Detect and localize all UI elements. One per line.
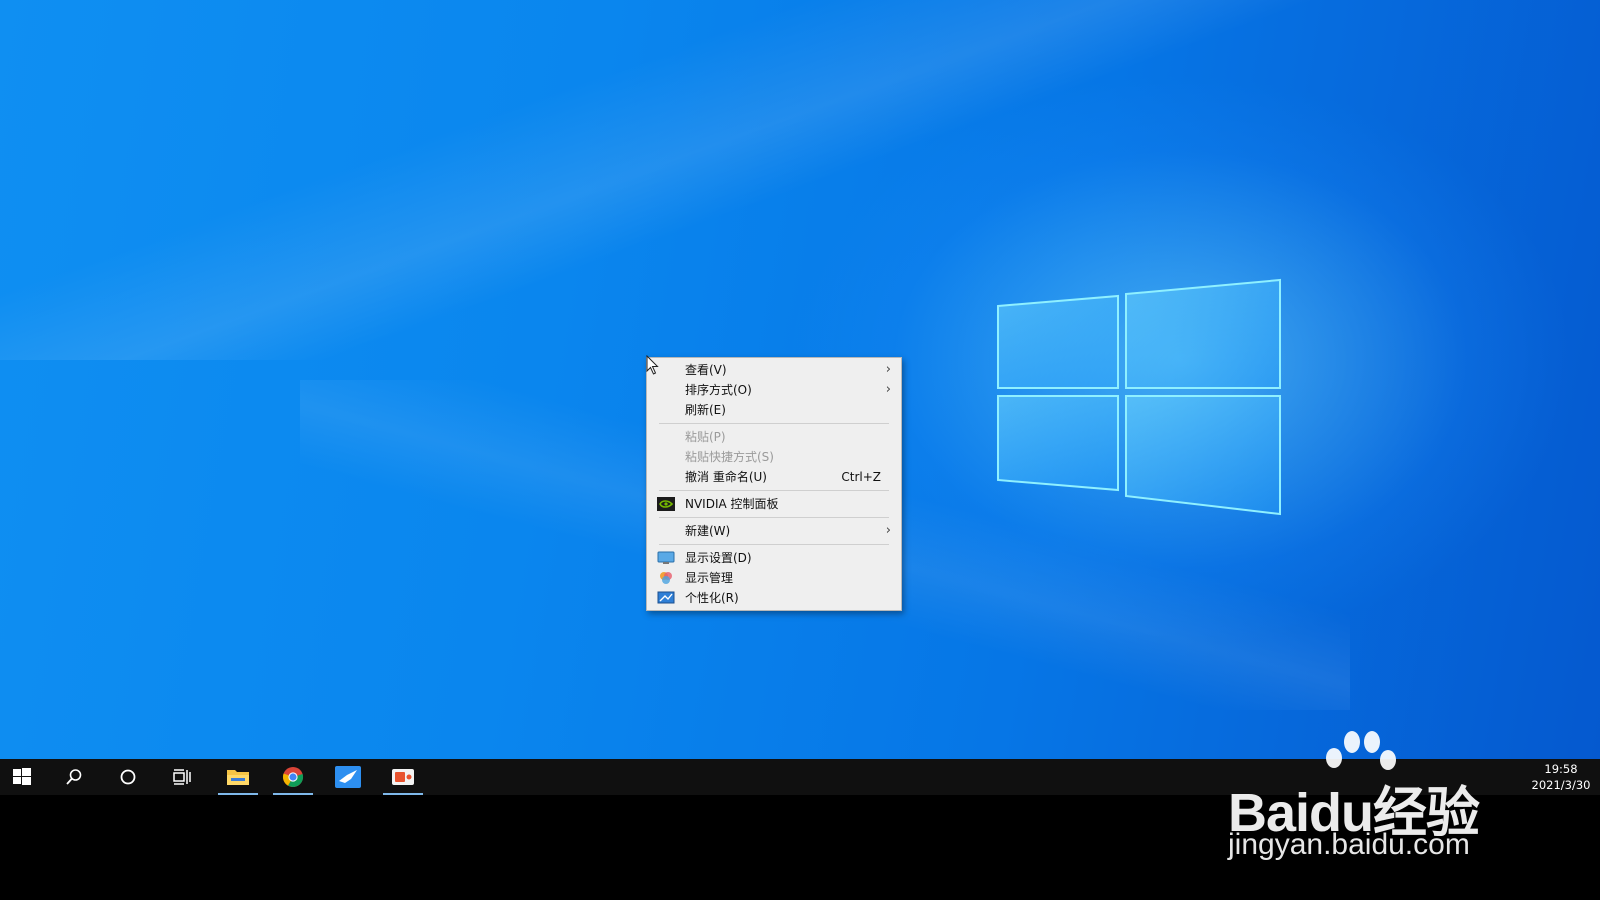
chevron-right-icon: › (885, 523, 891, 538)
menu-item-refresh[interactable]: 刷新(E) (647, 400, 901, 420)
start-button[interactable] (0, 759, 44, 795)
taskbar-file-explorer[interactable] (216, 759, 260, 795)
menu-item-label: 显示设置(D) (685, 551, 752, 565)
menu-item-display-management[interactable]: 显示管理 (647, 568, 901, 588)
nvidia-icon (657, 497, 675, 511)
menu-item-label: 个性化(R) (685, 591, 739, 605)
taskbar-mail-app[interactable] (326, 759, 370, 795)
cortana-button[interactable] (106, 759, 150, 795)
clock-date: 2021/3/30 (1531, 778, 1591, 792)
watermark-url: jingyan.baidu.com (1228, 828, 1470, 861)
menu-item-label: 粘贴(P) (685, 430, 726, 444)
menu-item-label: 撤消 重命名(U) (685, 470, 767, 484)
mouse-cursor-icon (646, 355, 659, 375)
menu-item-label: 刷新(E) (685, 403, 726, 417)
menu-item-paste: 粘贴(P) (647, 427, 901, 447)
color-wheel-icon (660, 572, 672, 584)
task-view-button[interactable] (160, 759, 204, 795)
menu-separator (659, 490, 889, 491)
personalize-icon (657, 591, 675, 604)
menu-item-display-settings[interactable]: 显示设置(D) (647, 548, 901, 568)
system-clock[interactable]: 19:58 2021/3/30 (1526, 761, 1596, 793)
menu-separator (659, 544, 889, 545)
clock-time: 19:58 (1544, 762, 1578, 776)
bird-mail-icon (335, 766, 361, 788)
search-icon (66, 769, 82, 785)
menu-item-undo-rename[interactable]: 撤消 重命名(U) Ctrl+Z (647, 467, 901, 487)
chevron-right-icon: › (885, 362, 891, 377)
menu-item-label: NVIDIA 控制面板 (685, 497, 779, 511)
menu-separator (659, 423, 889, 424)
search-button[interactable] (52, 759, 96, 795)
menu-item-label: 显示管理 (685, 571, 734, 585)
menu-item-paste-shortcut: 粘贴快捷方式(S) (647, 447, 901, 467)
cortana-icon (120, 769, 136, 785)
task-view-icon (173, 769, 191, 785)
menu-item-nvidia-control-panel[interactable]: NVIDIA 控制面板 (647, 494, 901, 514)
menu-separator (659, 517, 889, 518)
chrome-icon (282, 767, 304, 787)
menu-item-view[interactable]: 查看(V) › (647, 360, 901, 380)
chevron-right-icon: › (885, 382, 891, 397)
menu-item-label: 查看(V) (685, 363, 727, 377)
windows-logo-wallpaper (997, 278, 1281, 516)
menu-item-shortcut: Ctrl+Z (841, 470, 881, 484)
menu-item-personalize[interactable]: 个性化(R) (647, 588, 901, 608)
taskbar-screen-recorder[interactable] (381, 759, 425, 795)
folder-icon (227, 770, 249, 785)
monitor-icon (657, 551, 675, 564)
windows-start-icon (13, 768, 31, 785)
menu-item-label: 新建(W) (685, 524, 731, 538)
recorder-icon (392, 769, 414, 785)
menu-item-label: 排序方式(O) (685, 383, 752, 397)
menu-item-label: 粘贴快捷方式(S) (685, 450, 774, 464)
desktop-context-menu: 查看(V) › 排序方式(O) › 刷新(E) 粘贴(P) 粘贴快捷方式(S) … (646, 357, 902, 611)
menu-item-sort-by[interactable]: 排序方式(O) › (647, 380, 901, 400)
menu-item-new[interactable]: 新建(W) › (647, 521, 901, 541)
baidu-jingyan-watermark: Baidu经验 jingyan.baidu.com (1222, 728, 1522, 868)
taskbar-chrome[interactable] (271, 759, 315, 795)
desktop[interactable]: 查看(V) › 排序方式(O) › 刷新(E) 粘贴(P) 粘贴快捷方式(S) … (0, 0, 1600, 759)
